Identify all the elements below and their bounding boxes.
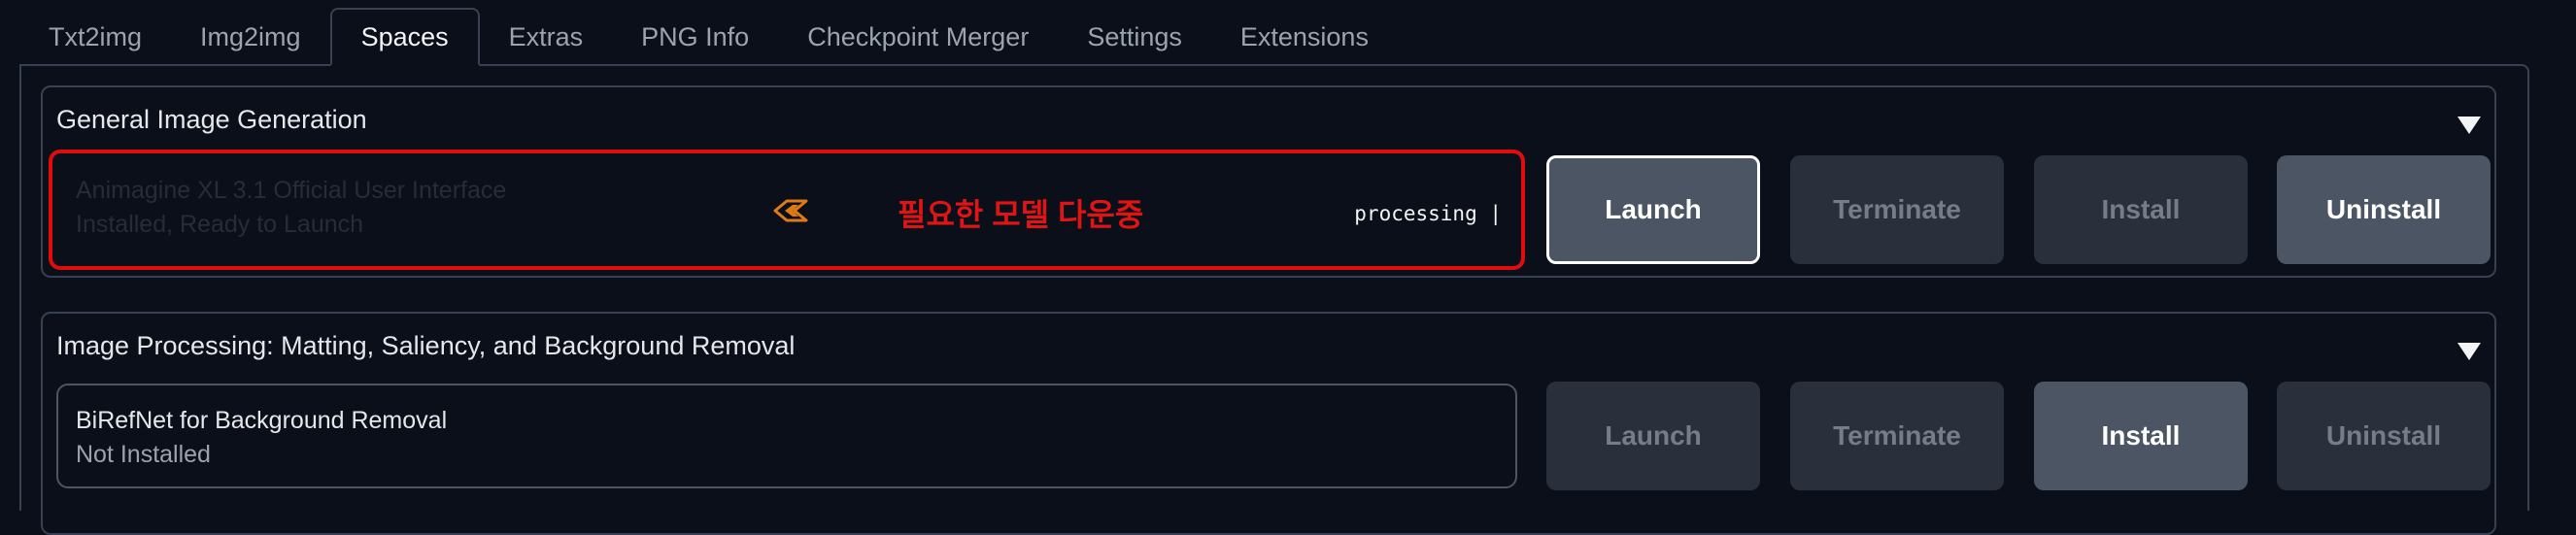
collapse-caret-icon[interactable] xyxy=(2457,343,2481,360)
space-status: Not Installed xyxy=(76,441,211,468)
tab-spaces[interactable]: Spaces xyxy=(329,8,480,66)
loading-spinner-icon xyxy=(773,199,808,222)
progress-text: processing | xyxy=(1354,202,1502,225)
accordion-title[interactable]: Image Processing: Matting, Saliency, and… xyxy=(56,331,795,361)
accordion-title[interactable]: General Image Generation xyxy=(56,105,367,135)
tab-settings[interactable]: Settings xyxy=(1058,8,1211,66)
install-button[interactable]: Install xyxy=(2034,155,2248,264)
tab-bar: Txt2img Img2img Spaces Extras PNG Info C… xyxy=(19,8,1398,66)
terminate-button[interactable]: Terminate xyxy=(1790,382,2004,490)
space-status: Installed, Ready to Launch xyxy=(76,211,364,238)
tab-extras[interactable]: Extras xyxy=(480,8,613,66)
tab-checkpoint-merger[interactable]: Checkpoint Merger xyxy=(778,8,1058,66)
uninstall-button[interactable]: Uninstall xyxy=(2277,155,2491,264)
uninstall-button[interactable]: Uninstall xyxy=(2277,382,2491,490)
space-info-box: BiRefNet for Background Removal Not Inst… xyxy=(56,384,1517,488)
launch-button[interactable]: Launch xyxy=(1546,382,1760,490)
tab-png-info[interactable]: PNG Info xyxy=(612,8,778,66)
accordion-general-image-generation: General Image Generation Animagine XL 3.… xyxy=(41,85,2496,278)
terminate-button[interactable]: Terminate xyxy=(1790,155,2004,264)
tab-extensions[interactable]: Extensions xyxy=(1211,8,1398,66)
tab-txt2img[interactable]: Txt2img xyxy=(19,8,171,66)
space-name: BiRefNet for Background Removal xyxy=(76,407,448,434)
space-info-box: Animagine XL 3.1 Official User Interface… xyxy=(49,150,1525,270)
collapse-caret-icon[interactable] xyxy=(2457,117,2481,134)
tab-img2img[interactable]: Img2img xyxy=(171,8,330,66)
install-button[interactable]: Install xyxy=(2034,382,2248,490)
launch-button[interactable]: Launch xyxy=(1546,155,1760,264)
space-name: Animagine XL 3.1 Official User Interface xyxy=(76,177,507,204)
progress-message: 필요한 모델 다운중 xyxy=(898,197,1144,232)
accordion-image-processing: Image Processing: Matting, Saliency, and… xyxy=(41,312,2496,535)
